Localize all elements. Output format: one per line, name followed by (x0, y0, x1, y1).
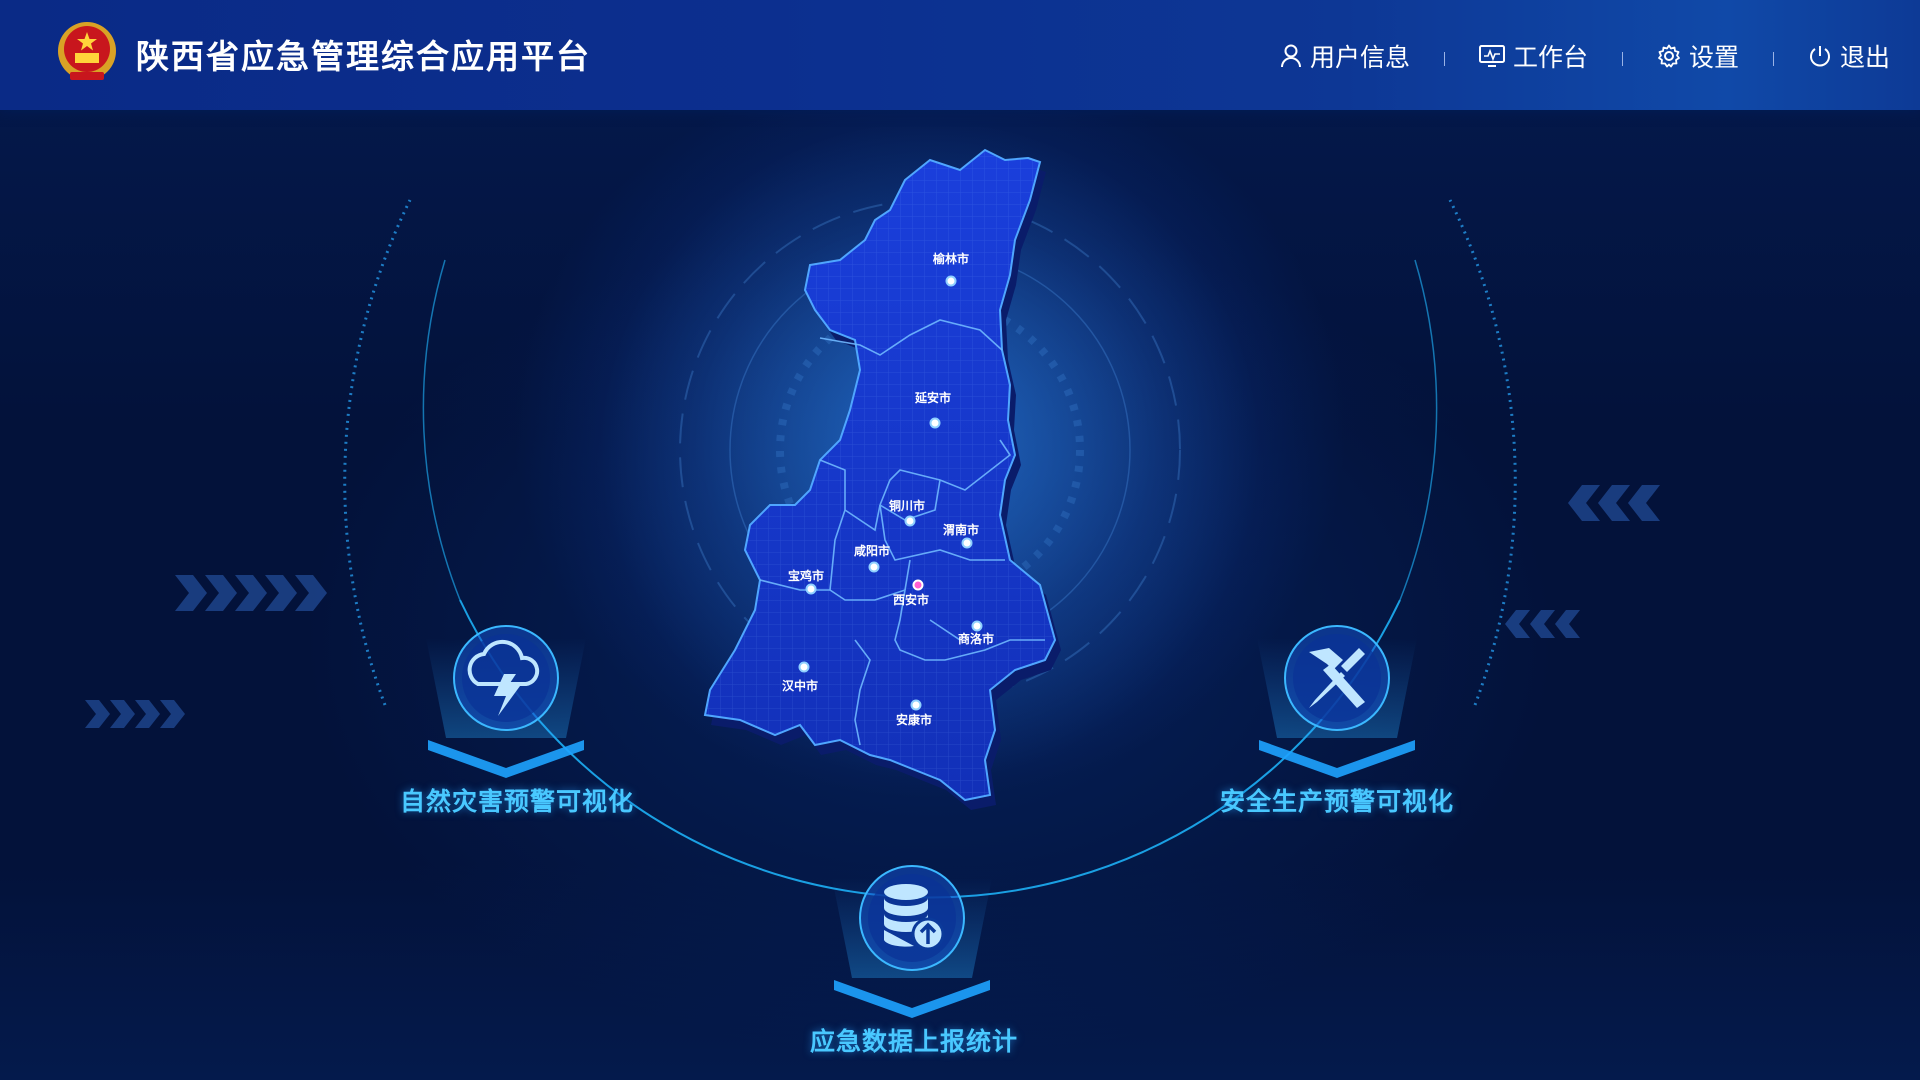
nav-user-info[interactable]: 用户信息 (1280, 38, 1410, 74)
city-marker-dot (868, 561, 880, 573)
nav-logout-label: 退出 (1839, 43, 1890, 72)
feature-data-report[interactable]: 应急数据上报统计 (810, 1022, 1019, 1058)
monitor-icon (1478, 45, 1505, 67)
city-marker-dot (945, 275, 957, 287)
city-label: 汉中市 (782, 678, 818, 693)
nav-settings[interactable]: 设置 (1657, 38, 1739, 74)
city-label: 西安市 (893, 592, 929, 607)
feature-safety-production-label: 安全生产预警可视化 (1220, 787, 1455, 816)
city-label: 商洛市 (958, 631, 994, 646)
city-label: 延安市 (914, 390, 951, 405)
nav-user-info-label: 用户信息 (1309, 43, 1410, 72)
city-marker-dot (961, 537, 973, 549)
city-label: 渭南市 (943, 522, 979, 537)
city-marker-dot (805, 583, 817, 595)
feature-data-report-label: 应急数据上报统计 (810, 1027, 1019, 1056)
city-marker-dot (929, 417, 941, 429)
nav-divider (1772, 52, 1774, 66)
national-emblem-icon (58, 22, 116, 80)
feature-safety-production[interactable]: 安全生产预警可视化 (1220, 782, 1455, 818)
feature-natural-disaster-label: 自然灾害预警可视化 (400, 787, 635, 816)
city-label: 铜川市 (889, 498, 925, 513)
user-icon (1280, 44, 1301, 68)
nav-settings-label: 设置 (1688, 43, 1739, 72)
city-marker-dot (904, 515, 916, 527)
nav-workbench[interactable]: 工作台 (1478, 38, 1588, 74)
nav-workbench-label: 工作台 (1512, 43, 1588, 72)
city-label: 榆林市 (933, 251, 969, 266)
city-label: 安康市 (896, 712, 932, 727)
city-label: 咸阳市 (854, 543, 890, 558)
city-marker-dot (798, 661, 810, 673)
nav-divider (1443, 52, 1445, 66)
city-marker-dot (912, 579, 924, 591)
app-title: 陕西省应急管理综合应用平台 (136, 37, 591, 76)
city-marker-dot (910, 699, 922, 711)
city-label: 宝鸡市 (788, 568, 824, 583)
top-nav: 用户信息 工作台 设置 退出 (1280, 36, 1890, 76)
power-icon (1810, 46, 1830, 67)
top-bar: 陕西省应急管理综合应用平台 用户信息 工作台 设置 退出 (0, 0, 1920, 110)
feature-natural-disaster[interactable]: 自然灾害预警可视化 (400, 782, 635, 818)
nav-divider (1621, 52, 1623, 66)
gear-icon (1658, 44, 1680, 68)
nav-logout[interactable]: 退出 (1808, 38, 1890, 74)
map-visualization: 榆林市延安市铜川市渭南市咸阳市宝鸡市西安市商洛市汉中市安康市 (85, 120, 1660, 1018)
city-marker-dot (971, 620, 983, 632)
